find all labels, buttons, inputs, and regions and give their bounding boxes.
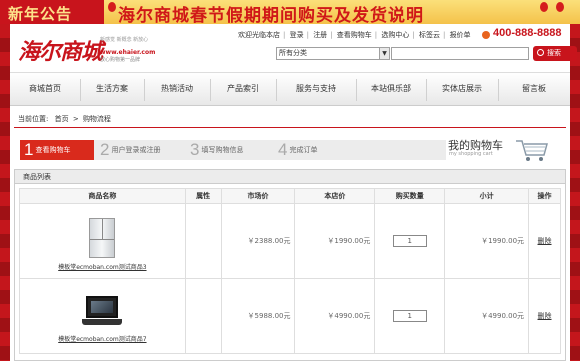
new-year-banner[interactable]: 新年公告 海尔商城春节假期期间购买及发货说明 [0, 0, 580, 24]
col-subtotal: 小计 [444, 188, 530, 204]
product-list-panel: 商品列表 商品名称 属性 市场价 本店价 购买数量 小计 操作 模板堂ecmob… [14, 169, 566, 361]
panel-title: 商品列表 [15, 170, 565, 184]
laptop-icon[interactable] [82, 295, 123, 330]
left-decor-border [0, 24, 10, 361]
step-number: 1 [24, 140, 34, 159]
step-label: 填写购物信息 [201, 146, 244, 154]
breadcrumb-home[interactable]: 首页 [55, 115, 69, 123]
lantern-icon [108, 2, 116, 12]
category-select[interactable]: 所有分类 ▼ [276, 47, 390, 60]
step-label: 查看购物车 [35, 146, 71, 154]
product-name-link[interactable]: 模板堂ecmoban.com测试商品3 [20, 262, 185, 271]
search-button[interactable]: 搜索 [533, 46, 577, 61]
chevron-down-icon[interactable]: ▼ [379, 48, 389, 59]
nav-item-life-solutions[interactable]: 生活方案 [80, 73, 144, 107]
logo[interactable]: 海尔商城 [18, 34, 103, 66]
step-fill-info: 3 填写购物信息 [190, 140, 243, 160]
category-select-value: 所有分类 [279, 49, 307, 57]
top-links: 欢迎光临本店 | 登录 | 注册 | 查看购物车 | 选购中心 | 标签云 | 报价单 [238, 31, 471, 39]
shopping-center-link[interactable]: 选购中心 [381, 31, 409, 39]
col-action: 操作 [528, 188, 561, 204]
col-name: 商品名称 [19, 188, 186, 204]
col-market-price: 市场价 [220, 188, 296, 204]
col-attr: 属性 [184, 188, 222, 204]
tag-cloud-link[interactable]: 标签云 [419, 31, 440, 39]
logo-url: www.ehaier.com [100, 49, 156, 56]
step-number: 2 [100, 140, 110, 159]
my-cart-subtitle: my shopping cart [449, 151, 493, 157]
site-header: 海尔商城 新感觉 新概念 新放心 www.ehaier.com 放心购物第一品牌… [10, 24, 577, 72]
step-view-cart: 1 查看购物车 [20, 140, 94, 160]
divider [14, 127, 566, 128]
step-login: 2 用户登录或注册 [100, 140, 160, 160]
quantity-cell: 1 [374, 203, 446, 279]
quote-link[interactable]: 报价单 [450, 31, 471, 39]
nav-item-product-index[interactable]: 产品索引 [210, 73, 276, 107]
product-cell: 模板堂ecmoban.com测试商品7 [19, 278, 186, 354]
nav-item-home[interactable]: 商城首页 [10, 73, 80, 107]
banner-title[interactable]: 海尔商城春节假期期间购买及发货说明 [118, 1, 424, 24]
main-nav: 商城首页 生活方案 热销活动 产品索引 服务与支持 本站俱乐部 实体店展示 留言… [10, 72, 570, 106]
search-icon [537, 49, 544, 56]
fridge-icon[interactable] [89, 217, 116, 258]
shopping-cart-icon [516, 140, 548, 161]
view-cart-link[interactable]: 查看购物车 [337, 31, 372, 39]
step-label: 完成订单 [289, 146, 318, 154]
shop-price: ￥4990.00元 [294, 278, 376, 354]
action-cell: 删除 [528, 203, 561, 279]
step-number: 3 [190, 140, 200, 159]
checkout-steps: 1 查看购物车 2 用户登录或注册 3 填写购物信息 4 完成订单 我的购物车 my s… [14, 137, 566, 163]
search-input[interactable] [391, 47, 529, 60]
cart-table: 商品名称 属性 市场价 本店价 购买数量 小计 操作 模板堂ecmoban.co… [19, 188, 561, 354]
table-row: 模板堂ecmoban.com测试商品3 ￥2388.00元 ￥1990.00元 … [19, 203, 561, 279]
banner-label-box: 新年公告 [0, 0, 104, 24]
lantern-icon [556, 2, 564, 12]
product-attr [184, 278, 222, 354]
market-price: ￥5988.00元 [220, 278, 296, 354]
product-cell: 模板堂ecmoban.com测试商品3 [19, 203, 186, 279]
product-name-link[interactable]: 模板堂ecmoban.com测试商品7 [20, 334, 185, 343]
nav-item-hot-sales[interactable]: 热销活动 [144, 73, 210, 107]
table-header-row: 商品名称 属性 市场价 本店价 购买数量 小计 操作 [19, 188, 561, 204]
market-price: ￥2388.00元 [220, 203, 296, 279]
quantity-cell: 1 [374, 278, 446, 354]
quantity-input[interactable]: 1 [392, 235, 427, 247]
lantern-icon [540, 2, 548, 12]
subtotal: ￥1990.00元 [444, 203, 530, 279]
phone-icon [482, 31, 490, 39]
login-link[interactable]: 登录 [290, 31, 304, 39]
breadcrumb: 当前位置: 首页 > 购物流程 [18, 114, 111, 124]
search-button-label: 搜索 [547, 49, 561, 57]
hotline-number: 400-888-8888 [493, 27, 562, 39]
logo-slogan: 放心购物第一品牌 [100, 57, 141, 63]
action-cell: 删除 [528, 278, 561, 354]
step-label: 用户登录或注册 [111, 146, 161, 154]
breadcrumb-label: 当前位置: [18, 115, 49, 123]
table-row: 模板堂ecmoban.com测试商品7 ￥5988.00元 ￥4990.00元 … [19, 278, 561, 354]
right-decor-border [570, 24, 580, 361]
col-shop-price: 本店价 [294, 188, 376, 204]
nav-item-service-support[interactable]: 服务与支持 [276, 73, 356, 107]
subtotal: ￥4990.00元 [444, 278, 530, 354]
step-number: 4 [278, 140, 288, 159]
breadcrumb-sep: > [72, 115, 79, 123]
register-link[interactable]: 注册 [313, 31, 327, 39]
shop-price: ￥1990.00元 [294, 203, 376, 279]
col-quantity: 购买数量 [374, 188, 446, 204]
nav-item-stores[interactable]: 实体店展示 [426, 73, 498, 107]
delete-link[interactable]: 删除 [538, 237, 552, 245]
product-attr [184, 203, 222, 279]
nav-item-club[interactable]: 本站俱乐部 [356, 73, 426, 107]
logo-tagline: 新感觉 新概念 新放心 [100, 37, 149, 43]
step-complete: 4 完成订单 [278, 140, 317, 160]
quantity-input[interactable]: 1 [392, 310, 427, 322]
welcome-text: 欢迎光临本店 [238, 31, 280, 39]
delete-link[interactable]: 删除 [538, 312, 552, 320]
breadcrumb-current: 购物流程 [82, 115, 111, 123]
nav-item-guestbook[interactable]: 留言板 [498, 73, 570, 107]
banner-label: 新年公告 [8, 5, 73, 23]
